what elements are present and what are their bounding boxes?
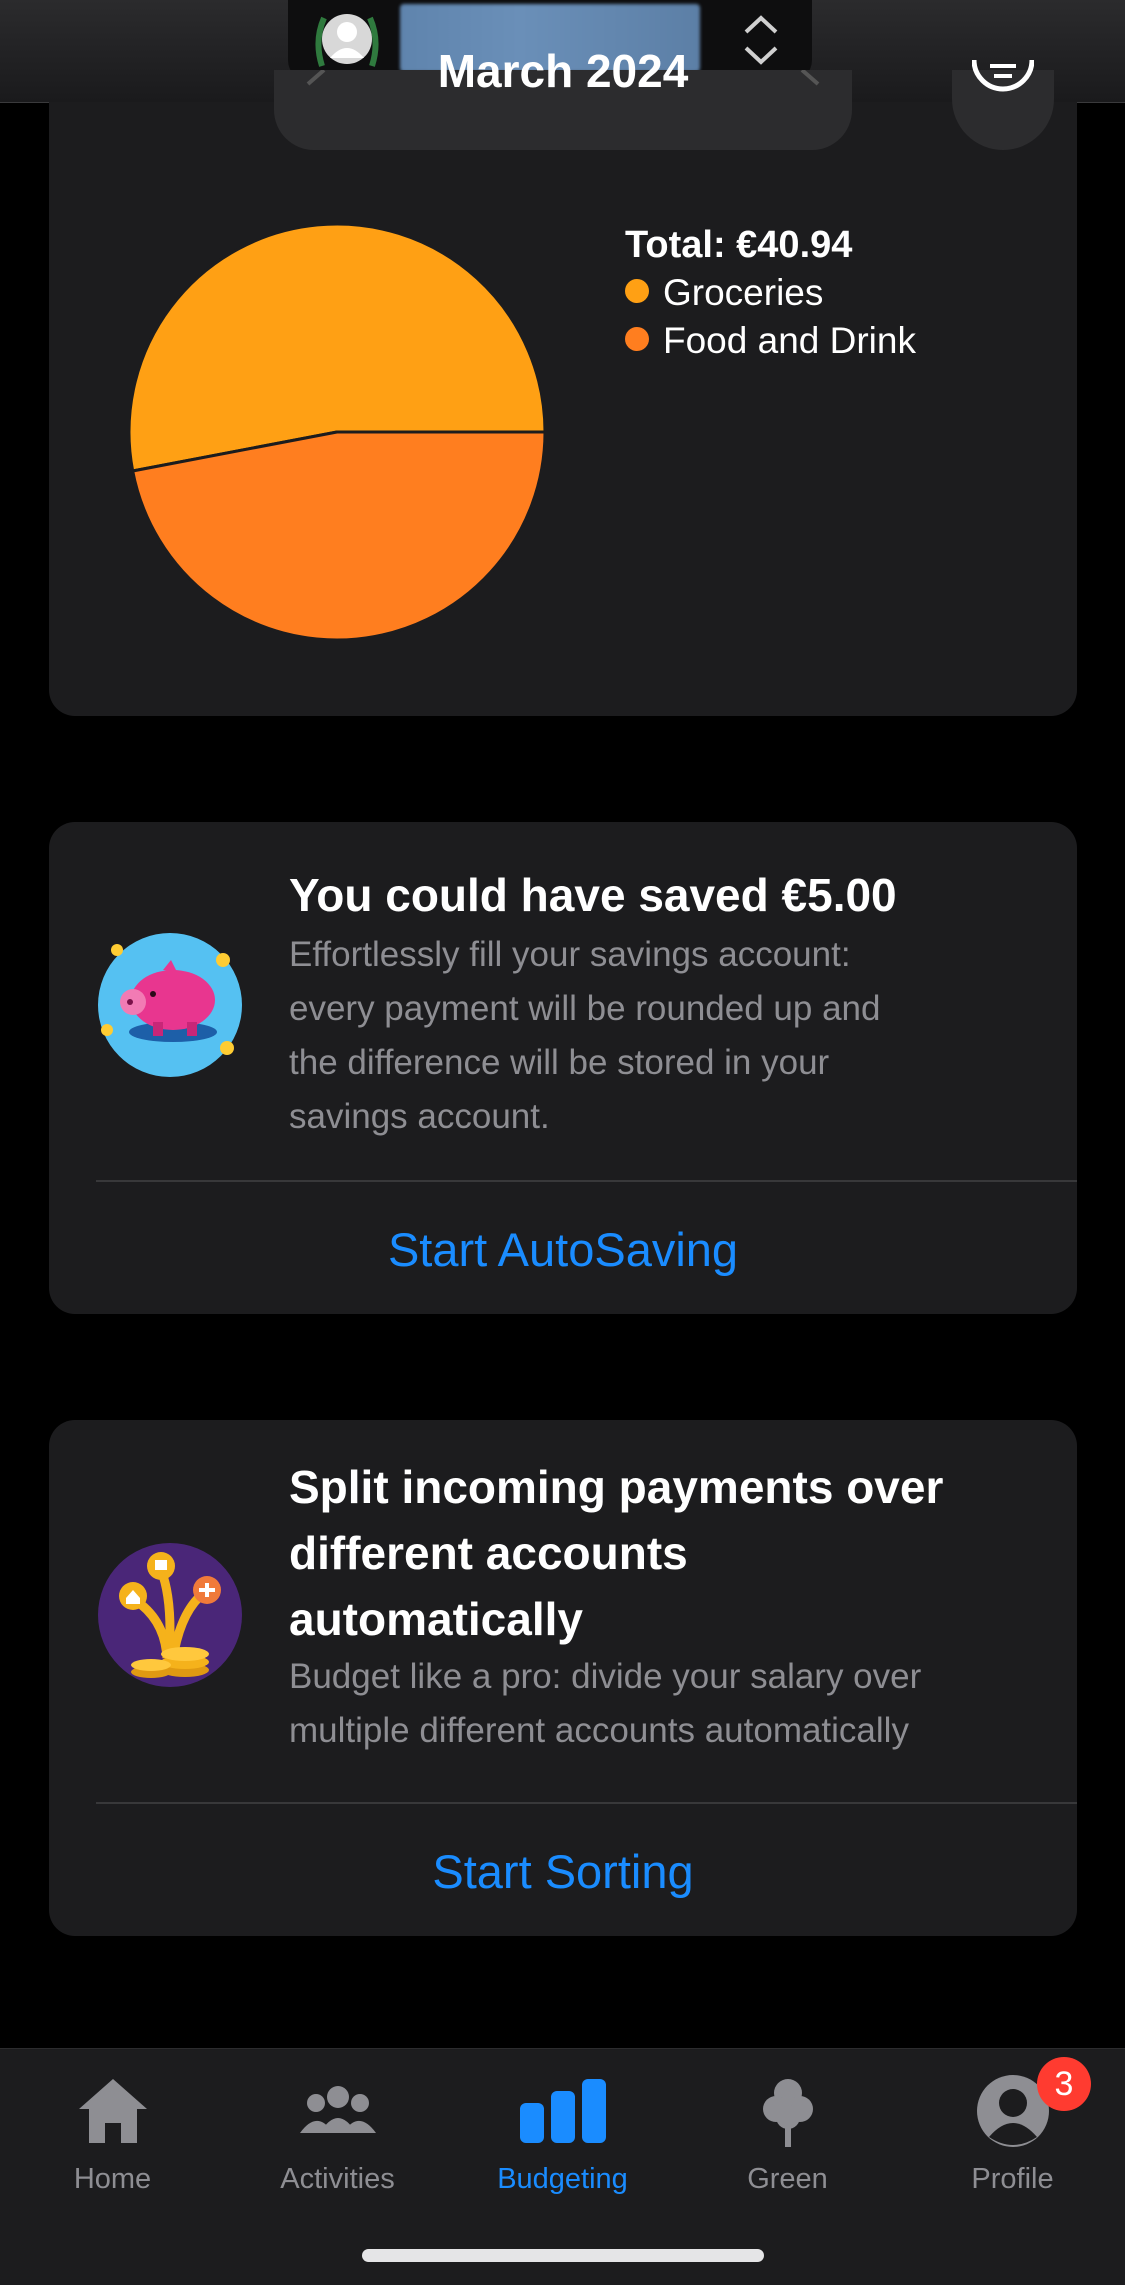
tab-label: Activities <box>280 2163 395 2195</box>
pie-slice-food-and-drink[interactable] <box>130 430 547 642</box>
legend-item-groceries: Groceries <box>625 272 823 314</box>
title-line: Split incoming payments over <box>289 1461 944 1513</box>
chevron-left-icon[interactable] <box>294 70 334 100</box>
tree-icon <box>763 2079 813 2147</box>
spending-chart-card: Total: €40.94 Groceries Food and Drink <box>49 102 1077 716</box>
tab-label: Budgeting <box>497 2163 628 2195</box>
tab-label: Profile <box>971 2163 1054 2195</box>
legend-dot <box>625 279 649 303</box>
profile-notification-badge: 3 <box>1037 2057 1091 2111</box>
filter-lines-icon <box>972 60 1034 92</box>
tab-activities[interactable]: Activities <box>225 2049 450 2209</box>
piggy-bank-icon <box>98 933 242 1077</box>
tab-green[interactable]: Green <box>675 2049 900 2209</box>
month-selector[interactable]: March 2024 <box>274 45 852 150</box>
tab-home[interactable]: Home <box>0 2049 225 2209</box>
description-line: savings account. <box>289 1097 550 1136</box>
description-line: the difference will be stored in your <box>289 1043 830 1082</box>
house-icon <box>79 2079 147 2143</box>
legend-label: Food and Drink <box>663 320 916 361</box>
split-title: Split incoming payments over different a… <box>289 1454 943 1652</box>
autosave-card: You could have saved €5.00 Effortlessly … <box>49 822 1077 1314</box>
divider <box>96 1802 1077 1804</box>
people-icon <box>300 2086 376 2133</box>
split-payments-card: Split incoming payments over different a… <box>49 1420 1077 1936</box>
pie-chart[interactable] <box>127 222 547 642</box>
split-description: Budget like a pro: divide your salary ov… <box>289 1650 921 1758</box>
description-line: Budget like a pro: divide your salary ov… <box>289 1657 922 1696</box>
autosave-title: You could have saved €5.00 <box>289 869 897 921</box>
money-tree-icon <box>98 1543 242 1687</box>
month-label: March 2024 <box>437 45 689 97</box>
title-line: different accounts <box>289 1527 688 1579</box>
legend-dot <box>625 327 649 351</box>
legend-item-food-and-drink: Food and Drink <box>625 320 916 362</box>
start-autosaving-button[interactable]: Start AutoSaving <box>49 1222 1077 1277</box>
autosave-description: Effortlessly fill your savings account: … <box>289 928 880 1144</box>
tab-label: Green <box>747 2163 828 2195</box>
start-sorting-button[interactable]: Start Sorting <box>49 1844 1077 1899</box>
divider <box>96 1180 1077 1182</box>
tab-label: Home <box>73 2163 152 2195</box>
tab-profile[interactable]: Profile <box>900 2049 1125 2209</box>
description-line: every payment will be rounded up and <box>289 989 881 1028</box>
title-line: automatically <box>289 1593 583 1645</box>
tab-budgeting[interactable]: Budgeting <box>450 2049 675 2209</box>
chevron-right-icon[interactable] <box>792 70 832 100</box>
legend-label: Groceries <box>663 272 824 313</box>
bar-chart-icon <box>520 2079 606 2143</box>
description-line: Effortlessly fill your savings account: <box>289 935 851 974</box>
chart-total: Total: €40.94 <box>625 224 853 266</box>
description-line: multiple different accounts automaticall… <box>289 1711 909 1750</box>
home-indicator[interactable] <box>362 2249 764 2262</box>
